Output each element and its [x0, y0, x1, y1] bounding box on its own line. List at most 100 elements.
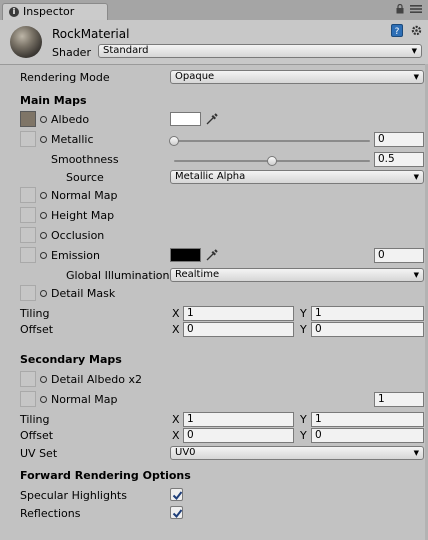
- secondary-tiling-y-field[interactable]: 1: [311, 412, 424, 427]
- rendering-mode-value: Opaque: [175, 71, 215, 82]
- detail-albedo-object-picker-icon[interactable]: [40, 376, 47, 383]
- emission-texture-slot[interactable]: [20, 247, 36, 263]
- normal-map-object-picker-icon[interactable]: [40, 192, 47, 199]
- specular-highlights-checkbox[interactable]: [170, 488, 183, 501]
- metallic-value-field[interactable]: 0: [374, 132, 424, 147]
- albedo-object-picker-icon[interactable]: [40, 116, 47, 123]
- main-tiling-label: Tiling: [20, 307, 50, 320]
- main-tiling-x-axis-label: X: [172, 307, 180, 320]
- reflections-label: Reflections: [20, 507, 81, 520]
- normal-map-label: Normal Map: [51, 189, 118, 202]
- main-offset-x-field[interactable]: 0: [183, 322, 294, 337]
- main-offset-x-axis-label: X: [172, 323, 180, 336]
- source-value: Metallic Alpha: [175, 171, 246, 182]
- main-tiling-x-field[interactable]: 1: [183, 306, 294, 321]
- albedo-color-swatch[interactable]: [170, 112, 201, 126]
- lock-icon[interactable]: [396, 3, 404, 17]
- source-label: Source: [66, 171, 104, 184]
- metallic-label: Metallic: [51, 133, 94, 146]
- height-map-texture-slot[interactable]: [20, 207, 36, 223]
- dropdown-arrow-icon: ▼: [413, 173, 419, 181]
- secondary-offset-x-axis-label: X: [172, 429, 180, 442]
- secondary-maps-heading: Secondary Maps: [20, 353, 122, 366]
- smoothness-value-field[interactable]: 0.5: [374, 152, 424, 167]
- main-offset-y-axis-label: Y: [300, 323, 307, 336]
- rendering-mode-label: Rendering Mode: [20, 71, 110, 84]
- material-preview-sphere: [10, 26, 42, 58]
- height-map-object-picker-icon[interactable]: [40, 212, 47, 219]
- metallic-object-picker-icon[interactable]: [40, 136, 47, 143]
- secondary-normal-map-texture-slot[interactable]: [20, 391, 36, 407]
- secondary-tiling-x-axis-label: X: [172, 413, 180, 426]
- rendering-mode-dropdown[interactable]: Opaque ▼: [170, 70, 424, 84]
- normal-map-texture-slot[interactable]: [20, 187, 36, 203]
- source-dropdown[interactable]: Metallic Alpha ▼: [170, 170, 424, 184]
- emission-label: Emission: [51, 249, 100, 262]
- secondary-offset-y-field[interactable]: 0: [311, 428, 424, 443]
- albedo-texture-slot[interactable]: [20, 111, 36, 127]
- context-menu-icon[interactable]: [410, 4, 422, 17]
- main-offset-y-field[interactable]: 0: [311, 322, 424, 337]
- secondary-tiling-x-field[interactable]: 1: [183, 412, 294, 427]
- shader-dropdown[interactable]: Standard ▼: [98, 44, 422, 58]
- dropdown-arrow-icon: ▼: [411, 47, 417, 55]
- metallic-texture-slot[interactable]: [20, 131, 36, 147]
- shader-label: Shader: [52, 46, 91, 59]
- detail-albedo-label: Detail Albedo x2: [51, 373, 142, 386]
- secondary-tiling-label: Tiling: [20, 413, 50, 426]
- emission-object-picker-icon[interactable]: [40, 252, 47, 259]
- global-illumination-value: Realtime: [175, 269, 220, 280]
- eyedropper-icon[interactable]: [205, 112, 219, 126]
- detail-albedo-texture-slot[interactable]: [20, 371, 36, 387]
- detail-mask-texture-slot[interactable]: [20, 285, 36, 301]
- metallic-slider-thumb[interactable]: [169, 136, 179, 146]
- occlusion-label: Occlusion: [51, 229, 105, 242]
- emission-value-field[interactable]: 0: [374, 248, 424, 263]
- occlusion-object-picker-icon[interactable]: [40, 232, 47, 239]
- gear-icon[interactable]: [410, 24, 423, 37]
- main-tiling-y-axis-label: Y: [300, 307, 307, 320]
- uv-set-value: UV0: [175, 447, 196, 458]
- height-map-label: Height Map: [51, 209, 115, 222]
- specular-highlights-label: Specular Highlights: [20, 489, 127, 502]
- metallic-slider-track[interactable]: [174, 140, 370, 142]
- secondary-offset-label: Offset: [20, 429, 54, 442]
- detail-mask-label: Detail Mask: [51, 287, 116, 300]
- uv-set-dropdown[interactable]: UV0 ▼: [170, 446, 424, 460]
- svg-text:?: ?: [395, 27, 400, 37]
- tab-inspector-label: Inspector: [23, 5, 75, 18]
- secondary-offset-y-axis-label: Y: [300, 429, 307, 442]
- main-maps-heading: Main Maps: [20, 94, 87, 107]
- secondary-offset-x-field[interactable]: 0: [183, 428, 294, 443]
- secondary-normal-map-object-picker-icon[interactable]: [40, 396, 47, 403]
- smoothness-label: Smoothness: [51, 153, 119, 166]
- help-book-icon[interactable]: ?: [391, 24, 403, 37]
- smoothness-slider-thumb[interactable]: [267, 156, 277, 166]
- eyedropper-icon[interactable]: [205, 248, 219, 262]
- secondary-normal-map-scale-field[interactable]: 1: [374, 392, 424, 407]
- reflections-checkbox[interactable]: [170, 506, 183, 519]
- dropdown-arrow-icon: ▼: [413, 449, 419, 457]
- global-illumination-label: Global Illumination: [66, 269, 170, 282]
- main-tiling-y-field[interactable]: 1: [311, 306, 424, 321]
- albedo-label: Albedo: [51, 113, 90, 126]
- shader-dropdown-value: Standard: [103, 45, 149, 56]
- checkmark-icon: [172, 509, 183, 519]
- tab-inspector[interactable]: i Inspector: [2, 3, 108, 20]
- secondary-normal-map-label: Normal Map: [51, 393, 118, 406]
- info-icon: i: [9, 7, 19, 17]
- checkmark-icon: [172, 491, 183, 501]
- main-offset-label: Offset: [20, 323, 54, 336]
- occlusion-texture-slot[interactable]: [20, 227, 36, 243]
- forward-rendering-heading: Forward Rendering Options: [20, 469, 191, 482]
- emission-color-swatch[interactable]: [170, 248, 201, 262]
- material-header: RockMaterial Shader Standard ▼ ?: [0, 20, 428, 65]
- global-illumination-dropdown[interactable]: Realtime ▼: [170, 268, 424, 282]
- detail-mask-object-picker-icon[interactable]: [40, 290, 47, 297]
- secondary-tiling-y-axis-label: Y: [300, 413, 307, 426]
- material-name: RockMaterial: [52, 27, 130, 41]
- dropdown-arrow-icon: ▼: [413, 73, 419, 81]
- uv-set-label: UV Set: [20, 447, 58, 460]
- tab-bar: i Inspector: [0, 0, 428, 21]
- dropdown-arrow-icon: ▼: [413, 271, 419, 279]
